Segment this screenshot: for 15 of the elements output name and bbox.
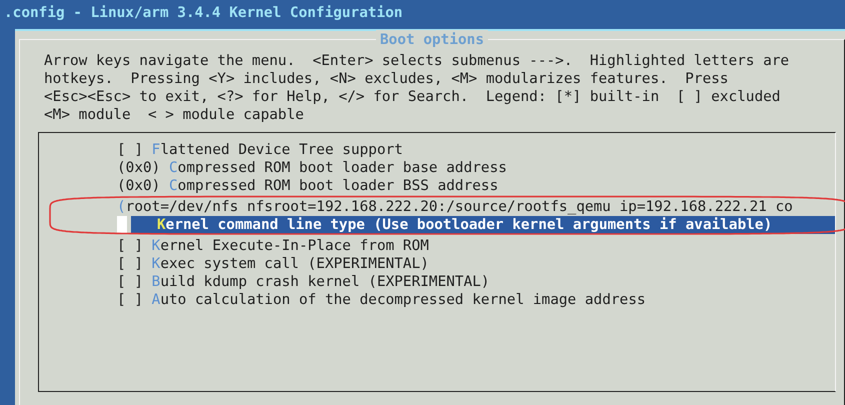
menu-item[interactable]: [ ] Auto calculation of the decompressed kernel image address xyxy=(117,290,646,309)
menu-item[interactable]: [ ] Kernel Execute-In-Place from ROM xyxy=(117,236,429,255)
help-text: Arrow keys navigate the menu. <Enter> selects submenus --->. Highlighted letters are xyxy=(44,52,790,70)
menu-item[interactable]: Kernel command line type (Use bootloader kernel arguments if available) xyxy=(131,216,835,234)
menu-item[interactable]: [ ] Flattened Device Tree support xyxy=(117,140,403,159)
menu-item[interactable]: (root=/dev/nfs nfsroot=192.168.222.20:/source/rootfs_qemu ip=192.168.222.21 co xyxy=(117,198,793,216)
help-text: <Esc><Esc> to exit, <?> for Help, </> for Search. Legend: [*] built-in [ ] excluded xyxy=(44,88,782,106)
menu-item[interactable]: [ ] Build kdump crash kernel (EXPERIMENTAL) xyxy=(117,272,490,291)
cursor-block xyxy=(117,216,127,234)
menu-item[interactable]: [ ] Kexec system call (EXPERIMENTAL) xyxy=(117,254,429,273)
menu-item[interactable]: (0x0) Compressed ROM boot loader BSS address xyxy=(117,176,498,195)
help-text: <M> module < > module capable xyxy=(44,106,305,124)
window-title: .config - Linux/arm 3.4.4 Kernel Configuration xyxy=(4,4,403,24)
menu-item[interactable]: (0x0) Compressed ROM boot loader base address xyxy=(117,158,507,177)
help-text: hotkeys. Pressing <Y> includes, <N> excludes, <M> modularizes features. Press xyxy=(44,70,730,88)
